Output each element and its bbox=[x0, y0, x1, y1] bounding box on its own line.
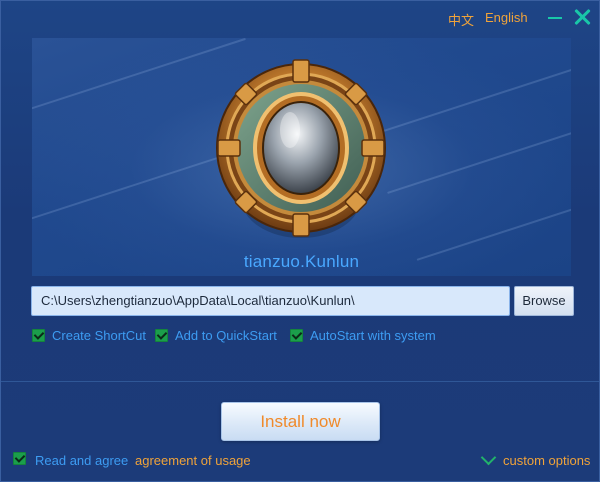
close-icon[interactable] bbox=[572, 7, 592, 27]
banner: tianzuo.Kunlun bbox=[32, 38, 571, 276]
language-english-link[interactable]: English bbox=[485, 10, 528, 25]
browse-button[interactable]: Browse bbox=[514, 286, 574, 316]
chevron-down-icon bbox=[480, 449, 497, 466]
quickstart-option[interactable]: Add to QuickStart bbox=[155, 327, 277, 343]
install-path-input[interactable]: C:\Users\zhengtianzuo\AppData\Local\tian… bbox=[31, 286, 510, 316]
create-shortcut-label: Create ShortCut bbox=[52, 327, 146, 343]
custom-options-label: custom options bbox=[503, 453, 591, 468]
minimize-icon[interactable] bbox=[546, 7, 566, 27]
autostart-label: AutoStart with system bbox=[310, 327, 436, 343]
agreement-link[interactable]: agreement of usage bbox=[135, 453, 251, 468]
agree-label[interactable]: Read and agree bbox=[35, 453, 128, 468]
autostart-checkbox[interactable] bbox=[290, 328, 303, 342]
create-shortcut-option[interactable]: Create ShortCut bbox=[32, 327, 146, 343]
quickstart-checkbox[interactable] bbox=[155, 328, 168, 342]
language-chinese-link[interactable]: 中文 bbox=[448, 10, 474, 29]
mirror-logo-icon bbox=[216, 59, 386, 238]
agree-checkbox[interactable] bbox=[13, 452, 26, 465]
custom-options-toggle[interactable]: custom options bbox=[480, 449, 591, 468]
autostart-option[interactable]: AutoStart with system bbox=[290, 327, 436, 343]
divider bbox=[1, 381, 599, 382]
install-now-button[interactable]: Install now bbox=[221, 402, 380, 441]
quickstart-label: Add to QuickStart bbox=[175, 327, 277, 343]
create-shortcut-checkbox[interactable] bbox=[32, 328, 45, 342]
installer-window: 中文 English tianzuo.Kunlun C:\Users\zheng… bbox=[0, 0, 600, 482]
brand-title: tianzuo.Kunlun bbox=[243, 252, 360, 271]
